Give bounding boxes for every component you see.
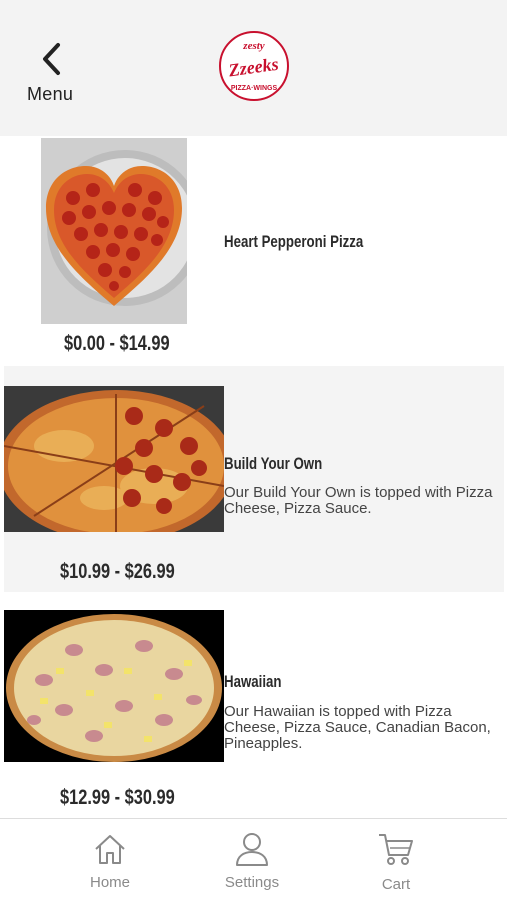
product-image-build-your-own [4, 386, 224, 532]
logo-top-text: zesty [242, 40, 265, 52]
back-label: Menu [27, 84, 74, 104]
back-button[interactable]: Menu [24, 38, 84, 108]
app-header: Menu zesty Zzeeks PIZZA·WINGS [0, 0, 507, 136]
tab-settings-label: Settings [224, 874, 280, 891]
tab-settings[interactable]: Settings [197, 819, 307, 901]
product-name: Build Your Own [224, 454, 323, 473]
chevron-left-icon [43, 43, 60, 75]
product-name: Heart Pepperoni Pizza [224, 232, 364, 251]
product-item[interactable]: Hawaiian Our Hawaiian is topped with Piz… [4, 596, 504, 818]
home-icon [95, 835, 125, 864]
product-description: Our Build Your Own is topped with Pizza … [224, 484, 493, 517]
tab-cart[interactable]: Cart [341, 819, 451, 901]
product-item[interactable]: Heart Pepperoni Pizza $0.00 - $14.99 [4, 138, 504, 362]
product-image-hawaiian [4, 610, 224, 762]
product-price: $10.99 - $26.99 [60, 560, 175, 583]
bottom-tab-bar: Home Settings Cart [0, 818, 507, 901]
product-description: Our Hawaiian is topped with Pizza Cheese… [224, 703, 491, 752]
product-price: $0.00 - $14.99 [64, 332, 170, 355]
zzeeks-logo: zesty Zzeeks PIZZA·WINGS [219, 31, 289, 101]
logo-bottom-text: PIZZA·WINGS [231, 85, 278, 92]
tab-home[interactable]: Home [55, 819, 165, 901]
product-image-heart-pepperoni [41, 138, 187, 324]
cart-icon [379, 834, 413, 865]
tab-cart-label: Cart [381, 876, 411, 893]
product-name: Hawaiian [224, 672, 282, 691]
user-icon [236, 833, 268, 866]
product-item[interactable]: Build Your Own Our Build Your Own is top… [4, 366, 504, 592]
tab-home-label: Home [89, 874, 130, 891]
product-price: $12.99 - $30.99 [60, 786, 175, 809]
